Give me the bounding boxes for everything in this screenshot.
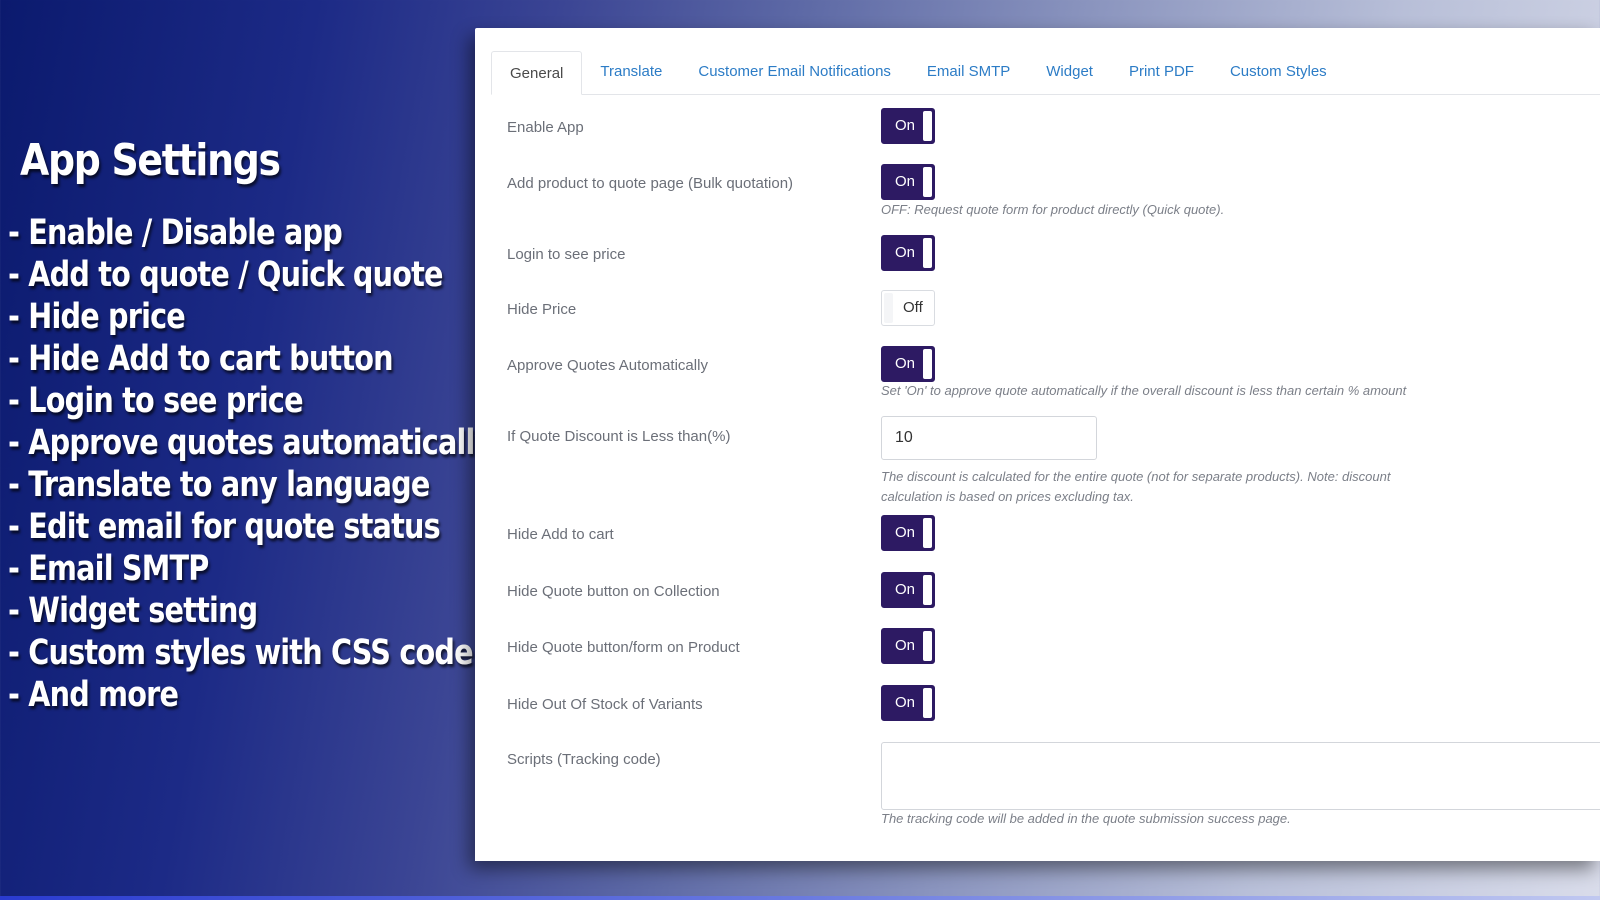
promo-feature-item: - Translate to any language (8, 465, 430, 505)
bulk-quotation-toggle[interactable]: On (881, 164, 935, 200)
toggle-knob (923, 518, 932, 548)
toggle-state-text: On (895, 355, 916, 372)
toggle-state-text: On (895, 637, 916, 654)
login-to-see-price-toggle[interactable]: On (881, 235, 935, 271)
promo-feature-item: - Add to quote / Quick quote (8, 255, 443, 295)
toggle-state-text: On (895, 581, 916, 598)
setting-label: Hide Quote button on Collection (507, 583, 720, 600)
setting-help-text: Set 'On' to approve quote automatically … (881, 383, 1407, 398)
toggle-state-text: On (895, 694, 916, 711)
toggle-state-text: Off (903, 299, 923, 316)
promo-title: App Settings (20, 135, 281, 186)
tab-email-smtp[interactable]: Email SMTP (909, 50, 1028, 94)
promo-feature-item: - Hide price (8, 297, 186, 337)
enable-app-toggle[interactable]: On (881, 108, 935, 144)
toggle-knob (923, 688, 932, 718)
promo-feature-item: - Edit email for quote status (8, 507, 441, 547)
setting-help-text: OFF: Request quote form for product dire… (881, 202, 1225, 217)
toggle-knob (923, 349, 932, 379)
toggle-knob (923, 575, 932, 605)
promo-feature-item: - Enable / Disable app (8, 213, 343, 253)
settings-card: General Translate Customer Email Notific… (475, 28, 1600, 861)
setting-label: Approve Quotes Automatically (507, 357, 708, 374)
toggle-state-text: On (895, 117, 916, 134)
tab-general[interactable]: General (491, 51, 583, 95)
bottom-accent-strip (0, 896, 1600, 900)
setting-label: Hide Price (507, 301, 577, 318)
hide-quote-product-toggle[interactable]: On (881, 628, 935, 664)
setting-label: If Quote Discount is Less than(%) (507, 428, 731, 445)
setting-label: Hide Add to cart (507, 526, 614, 543)
tab-custom-styles[interactable]: Custom Styles (1212, 50, 1345, 94)
promo-feature-item: - Email SMTP (8, 549, 209, 589)
tab-customer-email-notifications[interactable]: Customer Email Notifications (680, 50, 909, 94)
toggle-knob (923, 631, 932, 661)
toggle-knob (884, 293, 893, 323)
setting-help-text: calculation is based on prices excluding… (881, 489, 1134, 504)
promo-feature-item: - Login to see price (8, 381, 304, 421)
toggle-knob (923, 238, 932, 268)
setting-label: Add product to quote page (Bulk quotatio… (507, 175, 794, 192)
setting-help-text: The tracking code will be added in the q… (881, 811, 1291, 826)
tab-translate[interactable]: Translate (582, 50, 680, 94)
hide-out-of-stock-toggle[interactable]: On (881, 685, 935, 721)
setting-label: Hide Out Of Stock of Variants (507, 696, 703, 713)
setting-help-text: The discount is calculated for the entir… (881, 469, 1391, 484)
promo-feature-item: - Custom styles with CSS code (8, 633, 474, 673)
hide-add-to-cart-toggle[interactable]: On (881, 515, 935, 551)
setting-label: Enable App (507, 119, 584, 136)
approve-quotes-toggle[interactable]: On (881, 346, 935, 382)
settings-tabs: General Translate Customer Email Notific… (491, 51, 1600, 95)
promo-feature-item: - And more (8, 675, 179, 715)
toggle-state-text: On (895, 244, 916, 261)
setting-label: Hide Quote button/form on Product (507, 639, 740, 656)
toggle-state-text: On (895, 524, 916, 541)
toggle-state-text: On (895, 173, 916, 190)
setting-label: Scripts (Tracking code) (507, 751, 661, 768)
promo-feature-item: - Widget setting (8, 591, 258, 631)
setting-label: Login to see price (507, 246, 626, 263)
scripts-textarea[interactable] (881, 742, 1600, 810)
toggle-knob (923, 167, 932, 197)
hide-quote-collection-toggle[interactable]: On (881, 572, 935, 608)
discount-input[interactable] (881, 416, 1097, 460)
toggle-knob (923, 111, 932, 141)
promo-feature-item: - Approve quotes automatically (8, 423, 493, 463)
hide-price-toggle[interactable]: Off (881, 290, 935, 326)
tab-print-pdf[interactable]: Print PDF (1111, 50, 1212, 94)
promo-feature-item: - Hide Add to cart button (8, 339, 394, 379)
tab-widget[interactable]: Widget (1028, 50, 1111, 94)
